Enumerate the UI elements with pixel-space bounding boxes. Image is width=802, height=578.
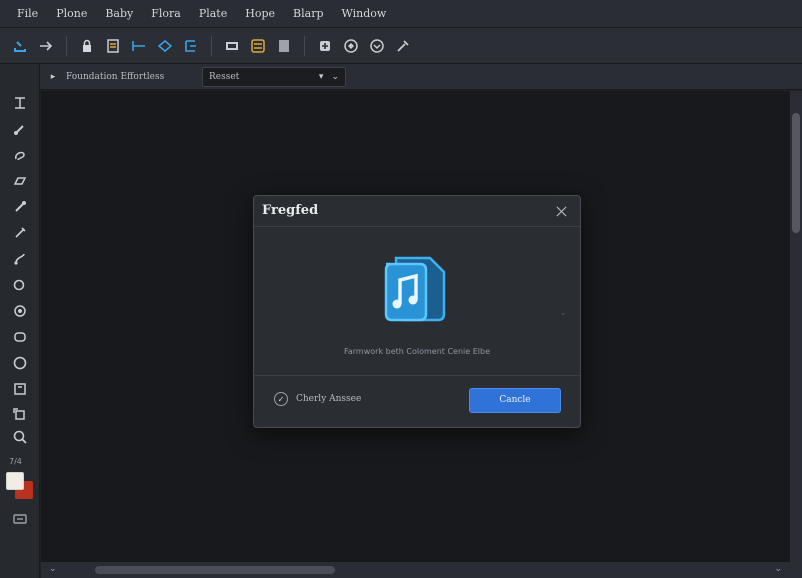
menu-file[interactable]: File xyxy=(8,0,47,28)
main-toolbar xyxy=(0,28,802,64)
dialog: Fregfed ⌄ Farmwork beth Coloment Cenie E… xyxy=(253,195,581,428)
target-icon[interactable] xyxy=(339,34,363,58)
zoom-tool-icon[interactable] xyxy=(8,426,32,448)
toolbar-separator xyxy=(211,35,212,56)
foreground-color-swatch[interactable] xyxy=(6,472,24,490)
dialog-title: Fregfed xyxy=(262,203,319,218)
preset-select[interactable]: Resset ▾ ⌄ xyxy=(202,66,346,87)
horizontal-scrollbar[interactable]: ⌄ ⌄ xyxy=(41,562,802,578)
text-tool-icon[interactable] xyxy=(8,92,32,114)
vertical-scrollbar[interactable] xyxy=(790,91,802,562)
scroll-right-icon[interactable]: ⌄ xyxy=(774,564,782,574)
lock-icon[interactable] xyxy=(75,34,99,58)
music-file-icon xyxy=(384,256,446,322)
menu-window[interactable]: Window xyxy=(333,0,396,28)
eraser-tool-icon[interactable] xyxy=(8,170,32,192)
diamond-icon[interactable] xyxy=(153,34,177,58)
dialog-divider xyxy=(254,226,580,227)
cancel-button[interactable]: Cancle xyxy=(469,388,561,413)
pen-tool-icon[interactable] xyxy=(8,196,32,218)
options-bar: ▸ Foundation Effortless Resset ▾ ⌄ xyxy=(40,64,802,90)
ellipse-tool-icon[interactable] xyxy=(8,274,32,296)
circle-tool-icon[interactable] xyxy=(8,352,32,374)
menu-flora[interactable]: Flora xyxy=(142,0,190,28)
menu-plone[interactable]: Plone xyxy=(47,0,96,28)
crop-tool-icon[interactable] xyxy=(8,378,32,400)
toolbar-separator xyxy=(304,35,305,56)
stamp-tool-icon[interactable] xyxy=(8,404,32,426)
menu-baby[interactable]: Baby xyxy=(96,0,142,28)
tools-panel: 7/4 xyxy=(0,64,40,578)
add-icon[interactable] xyxy=(313,34,337,58)
vertical-scroll-thumb[interactable] xyxy=(792,113,800,233)
blob-tool-icon[interactable] xyxy=(8,300,32,322)
grid-icon[interactable] xyxy=(246,34,270,58)
curve-tool-icon[interactable] xyxy=(8,248,32,270)
document-icon[interactable] xyxy=(101,34,125,58)
lasso-tool-icon[interactable] xyxy=(8,144,32,166)
dialog-dot: ⌄ xyxy=(560,309,566,317)
brush-icon[interactable] xyxy=(391,34,415,58)
menu-blarp[interactable]: Blarp xyxy=(284,0,332,28)
shape-tool-icon[interactable] xyxy=(8,326,32,348)
horizontal-scroll-thumb[interactable] xyxy=(95,566,335,574)
preset-select-value: Resset xyxy=(209,71,240,82)
check-icon: ✓ xyxy=(274,392,288,406)
chevron-down-icon: ▾ xyxy=(318,71,324,82)
dialog-checkbox-label: Cherly Anssee xyxy=(296,394,362,404)
chevron-down-icon: ⌄ xyxy=(331,71,339,82)
close-icon[interactable] xyxy=(552,202,570,220)
options-label: Foundation Effortless xyxy=(66,71,165,82)
chevron-right-icon[interactable]: ▸ xyxy=(44,64,62,90)
pencil-tool-icon[interactable] xyxy=(8,222,32,244)
toolbar-separator xyxy=(66,35,67,56)
scroll-left-icon[interactable]: ⌄ xyxy=(49,564,57,574)
brush-tool-icon[interactable] xyxy=(8,118,32,140)
more-tool-icon[interactable] xyxy=(8,508,32,530)
frame-icon[interactable] xyxy=(179,34,203,58)
menu-bar: File Plone Baby Flora Plate Hope Blarp W… xyxy=(0,0,802,28)
menu-hope[interactable]: Hope xyxy=(236,0,284,28)
layers-icon[interactable] xyxy=(220,34,244,58)
swatch-label: 7/4 xyxy=(9,457,22,466)
import-icon[interactable] xyxy=(8,34,32,58)
shield-icon[interactable] xyxy=(365,34,389,58)
arrow-right-icon[interactable] xyxy=(34,34,58,58)
dialog-divider xyxy=(254,375,580,376)
menu-plate[interactable]: Plate xyxy=(190,0,236,28)
dialog-checkbox[interactable]: ✓ Cherly Anssee xyxy=(274,392,361,406)
dialog-message: Farmwork beth Coloment Cenie Elbe xyxy=(344,347,490,356)
line-tool-icon[interactable] xyxy=(127,34,151,58)
panel-icon[interactable] xyxy=(272,34,296,58)
